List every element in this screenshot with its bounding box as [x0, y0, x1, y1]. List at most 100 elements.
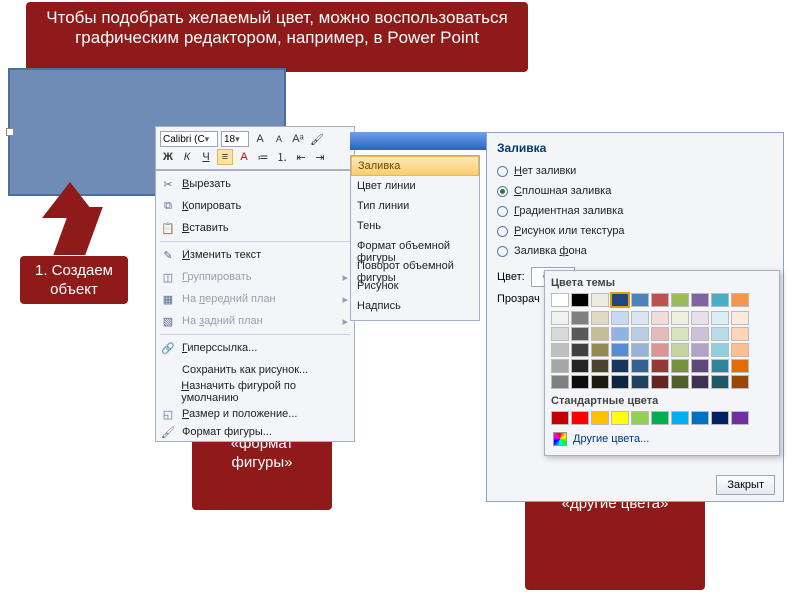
underline-button[interactable]: Ч	[198, 149, 214, 165]
color-swatch[interactable]	[611, 359, 629, 373]
menu-item[interactable]: ◱Размер и положение...	[156, 403, 354, 425]
color-swatch[interactable]	[631, 343, 649, 357]
color-swatch[interactable]	[611, 311, 629, 325]
color-swatch[interactable]	[711, 411, 729, 425]
color-swatch[interactable]	[691, 375, 709, 389]
format-sidebar-item[interactable]: Поворот объемной фигуры	[351, 258, 479, 278]
color-swatch[interactable]	[611, 375, 629, 389]
color-swatch[interactable]	[731, 375, 749, 389]
color-swatch[interactable]	[691, 311, 709, 325]
color-swatch[interactable]	[591, 327, 609, 341]
decrease-indent-button[interactable]: ⇤	[293, 149, 309, 165]
color-swatch[interactable]	[711, 375, 729, 389]
color-swatch[interactable]	[571, 411, 589, 425]
color-swatch[interactable]	[651, 375, 669, 389]
color-swatch[interactable]	[691, 327, 709, 341]
fill-radio-option[interactable]: Сплошная заливка	[497, 181, 773, 201]
color-swatch[interactable]	[731, 411, 749, 425]
color-swatch[interactable]	[731, 343, 749, 357]
color-swatch[interactable]	[671, 343, 689, 357]
format-sidebar-item[interactable]: Формат объемной фигуры	[351, 238, 479, 258]
color-swatch[interactable]	[571, 327, 589, 341]
fill-radio-option[interactable]: Заливка фона	[497, 241, 773, 261]
color-swatch[interactable]	[671, 375, 689, 389]
color-swatch[interactable]	[551, 311, 569, 325]
color-swatch[interactable]	[671, 359, 689, 373]
color-swatch[interactable]	[571, 375, 589, 389]
align-center-button[interactable]: ≡	[217, 149, 233, 165]
format-sidebar-item[interactable]: Рисунок	[351, 278, 479, 298]
color-swatch[interactable]	[551, 411, 569, 425]
color-swatch[interactable]	[731, 311, 749, 325]
format-sidebar-item[interactable]: Надпись	[351, 298, 479, 318]
color-swatch[interactable]	[651, 327, 669, 341]
color-swatch[interactable]	[571, 311, 589, 325]
color-swatch[interactable]	[651, 343, 669, 357]
color-swatch[interactable]	[611, 327, 629, 341]
color-swatch[interactable]	[651, 311, 669, 325]
format-sidebar-item[interactable]: Тип линии	[351, 198, 479, 218]
color-swatch[interactable]	[551, 293, 569, 307]
menu-item[interactable]: 🔗Гиперссылка...	[156, 337, 354, 359]
color-swatch[interactable]	[591, 375, 609, 389]
color-swatch[interactable]	[651, 359, 669, 373]
color-swatch[interactable]	[551, 375, 569, 389]
menu-item[interactable]: ✎Изменить текст	[156, 244, 354, 266]
color-swatch[interactable]	[731, 293, 749, 307]
color-swatch[interactable]	[631, 293, 649, 307]
color-swatch[interactable]	[571, 359, 589, 373]
format-sidebar-item[interactable]: Цвет линии	[351, 178, 479, 198]
color-swatch[interactable]	[571, 343, 589, 357]
color-swatch[interactable]	[671, 411, 689, 425]
menu-item[interactable]: ✂Вырезать	[156, 173, 354, 195]
color-swatch[interactable]	[631, 359, 649, 373]
color-swatch[interactable]	[591, 359, 609, 373]
color-swatch[interactable]	[551, 343, 569, 357]
font-color-button[interactable]: A	[236, 149, 252, 165]
color-swatch[interactable]	[691, 411, 709, 425]
color-swatch[interactable]	[611, 293, 629, 307]
color-swatch[interactable]	[711, 343, 729, 357]
fill-radio-option[interactable]: Градиентная заливка	[497, 201, 773, 221]
close-button[interactable]: Закрыт	[716, 475, 775, 495]
menu-item[interactable]: Сохранить как рисунок...	[156, 359, 354, 381]
font-combo[interactable]: Calibri (С▾	[160, 131, 218, 147]
color-swatch[interactable]	[671, 311, 689, 325]
color-swatch[interactable]	[631, 327, 649, 341]
menu-item[interactable]: 🖌Формат фигуры...	[156, 425, 354, 439]
color-swatch[interactable]	[731, 327, 749, 341]
color-swatch[interactable]	[611, 411, 629, 425]
color-swatch[interactable]	[671, 293, 689, 307]
color-swatch[interactable]	[551, 327, 569, 341]
color-swatch[interactable]	[571, 293, 589, 307]
increase-indent-button[interactable]: ⇥	[312, 149, 328, 165]
color-swatch[interactable]	[691, 343, 709, 357]
change-case-button[interactable]: Aᵃ	[290, 131, 306, 147]
color-swatch[interactable]	[631, 311, 649, 325]
color-swatch[interactable]	[731, 359, 749, 373]
color-swatch[interactable]	[591, 311, 609, 325]
color-swatch[interactable]	[611, 343, 629, 357]
fill-radio-option[interactable]: Нет заливки	[497, 161, 773, 181]
format-sidebar-selected[interactable]: Заливка	[351, 156, 479, 176]
more-colors-item[interactable]: Другие цвета...	[551, 429, 773, 449]
bullets-button[interactable]: ≔	[255, 149, 271, 165]
font-size-combo[interactable]: 18▾	[221, 131, 249, 147]
bold-button[interactable]: Ж	[160, 149, 176, 165]
color-swatch[interactable]	[631, 411, 649, 425]
fill-radio-option[interactable]: Рисунок или текстура	[497, 221, 773, 241]
color-swatch[interactable]	[691, 359, 709, 373]
color-swatch[interactable]	[651, 293, 669, 307]
color-swatch[interactable]	[711, 359, 729, 373]
numbering-button[interactable]: ⒈	[274, 149, 290, 165]
menu-item[interactable]: 📋Вставить	[156, 217, 354, 239]
color-swatch[interactable]	[711, 293, 729, 307]
format-sidebar-item[interactable]: Тень	[351, 218, 479, 238]
grow-font-button[interactable]: A	[252, 131, 268, 147]
menu-item[interactable]: Назначить фигурой по умолчанию	[156, 381, 354, 403]
color-swatch[interactable]	[691, 293, 709, 307]
color-swatch[interactable]	[651, 411, 669, 425]
format-painter-button[interactable]: 🖌	[309, 131, 325, 147]
color-swatch[interactable]	[711, 327, 729, 341]
color-swatch[interactable]	[631, 375, 649, 389]
